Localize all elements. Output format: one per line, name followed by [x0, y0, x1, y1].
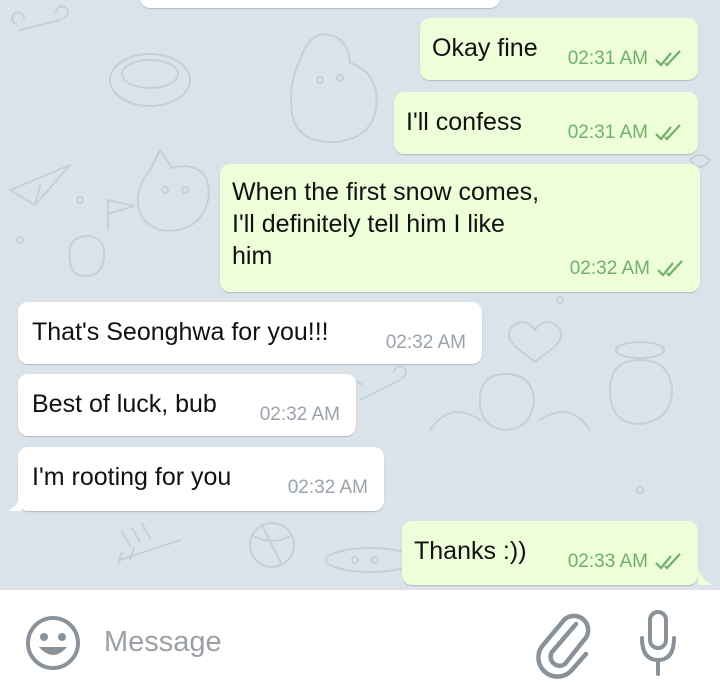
message-time: 02:32 AM: [259, 404, 340, 425]
message-time: 02:32 AM: [287, 477, 368, 498]
double-check-icon: [655, 50, 681, 67]
message-meta: 02:32 AM: [288, 477, 368, 499]
paperclip-icon[interactable]: [536, 606, 592, 682]
message-text: I'll confess: [406, 108, 522, 136]
double-check-icon: [657, 260, 683, 277]
message-bubble-outgoing[interactable]: Thanks :)) 02:33 AM: [402, 521, 698, 585]
message-meta: 02:32 AM: [570, 258, 686, 280]
message-text: Thanks :)): [414, 537, 527, 565]
message-bubble-partial[interactable]: [140, 0, 500, 8]
smiley-face-icon[interactable]: [24, 614, 82, 672]
message-bubble-outgoing[interactable]: I'll confess 02:31 AM: [394, 92, 698, 154]
double-check-icon: [655, 124, 681, 141]
message-bubble-incoming[interactable]: I'm rooting for you 02:32 AM: [18, 447, 384, 511]
message-meta: 02:33 AM: [568, 551, 684, 573]
message-list[interactable]: Okay fine 02:31 AM I'll confess 02:31 AM: [0, 0, 720, 590]
message-text: Okay fine: [432, 34, 538, 62]
chat-screen: Okay fine 02:31 AM I'll confess 02:31 AM: [0, 0, 720, 693]
message-bubble-outgoing[interactable]: Okay fine 02:31 AM: [420, 18, 698, 80]
message-bubble-outgoing[interactable]: When the first snow comes, I'll definite…: [220, 164, 700, 292]
composer-bar: [0, 590, 720, 693]
message-input[interactable]: [104, 620, 504, 664]
message-bubble-incoming[interactable]: That's Seonghwa for you!!! 02:32 AM: [18, 302, 482, 364]
message-time: 02:32 AM: [385, 332, 466, 353]
message-bubble-incoming[interactable]: Best of luck, bub 02:32 AM: [18, 374, 356, 436]
message-time: 02:32 AM: [569, 258, 650, 279]
message-text: When the first snow comes, I'll definite…: [232, 178, 540, 270]
message-time: 02:33 AM: [567, 551, 648, 572]
message-text: Best of luck, bub: [32, 390, 217, 418]
double-check-icon: [655, 553, 681, 570]
message-time: 02:31 AM: [567, 48, 648, 69]
message-meta: 02:31 AM: [568, 122, 684, 144]
message-text: That's Seonghwa for you!!!: [32, 318, 329, 346]
message-meta: 02:32 AM: [386, 332, 466, 354]
bubble-tail: [8, 495, 22, 511]
message-meta: 02:32 AM: [260, 404, 340, 426]
bubble-tail: [698, 569, 712, 585]
message-time: 02:31 AM: [567, 122, 648, 143]
microphone-icon[interactable]: [636, 608, 680, 680]
message-text: I'm rooting for you: [32, 463, 232, 491]
message-meta: 02:31 AM: [568, 48, 684, 70]
